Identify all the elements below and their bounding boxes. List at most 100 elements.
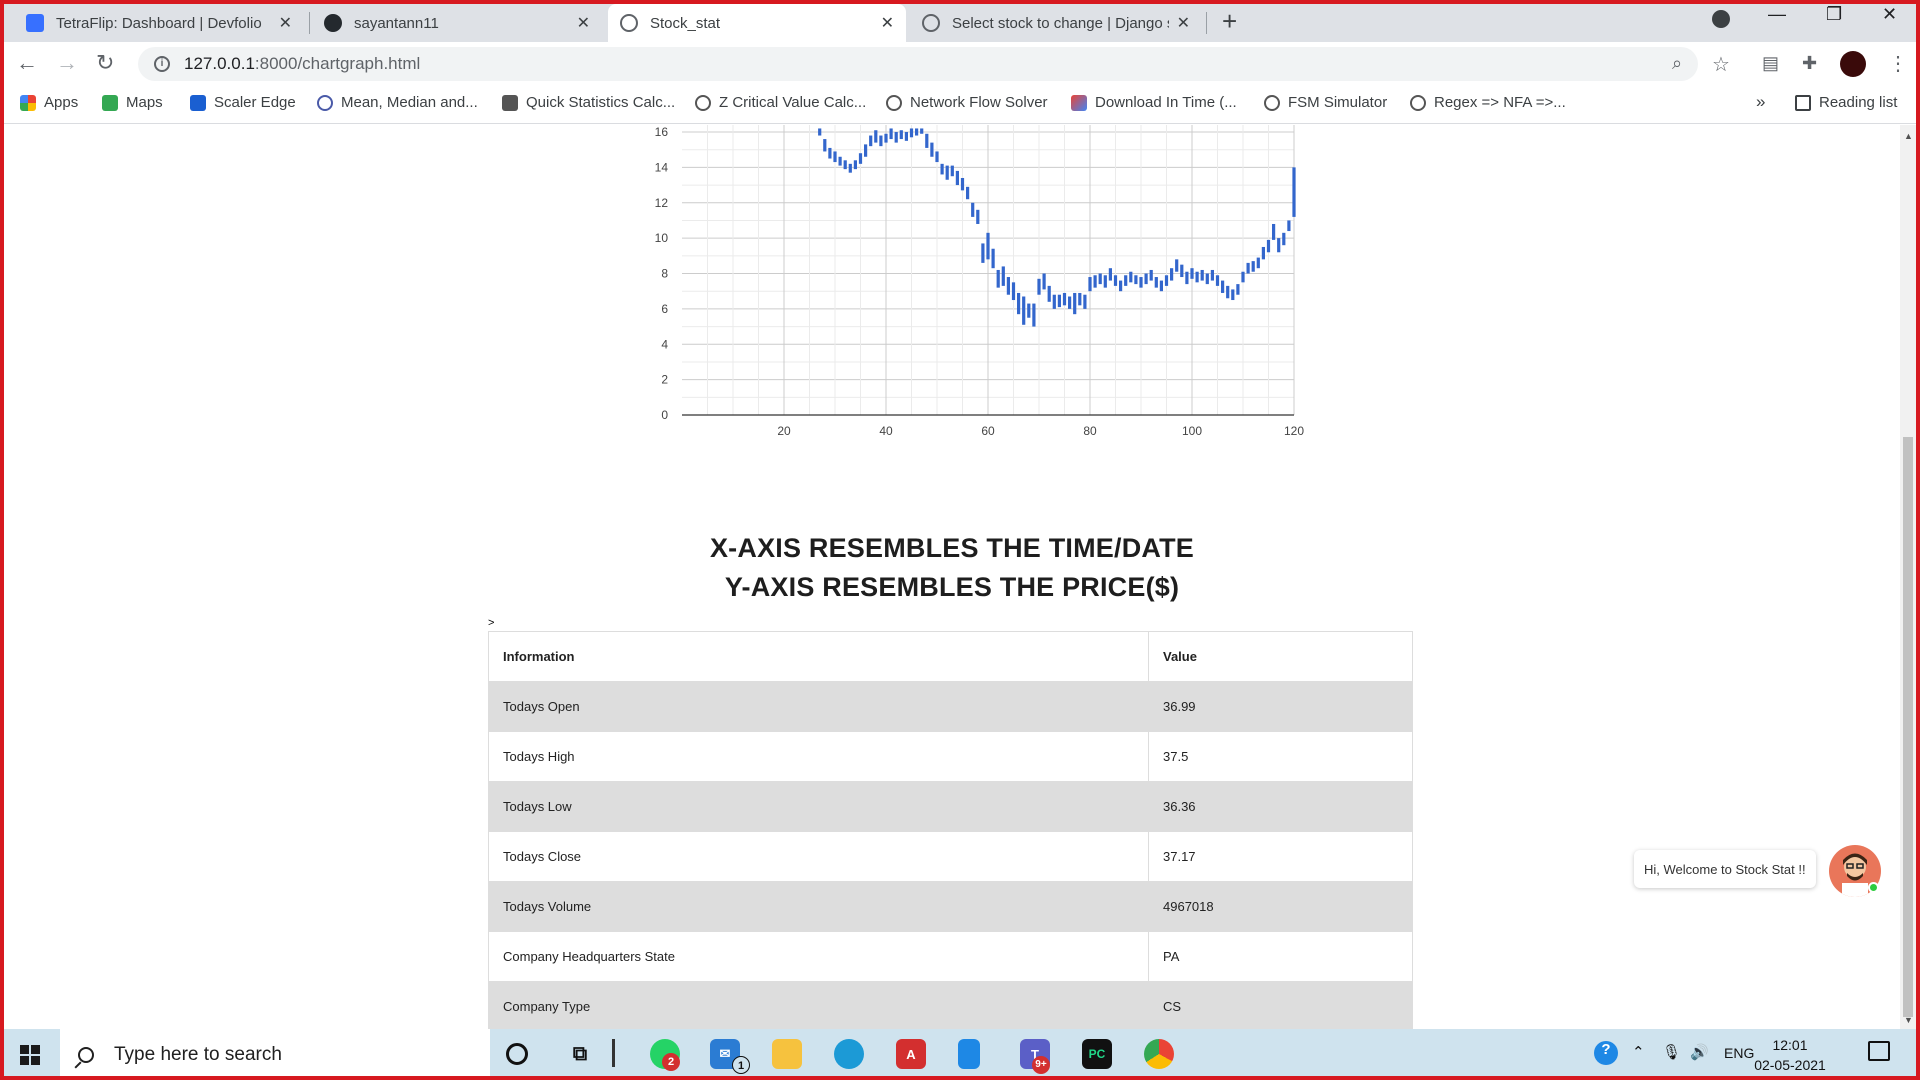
bookmark-regex-nfa[interactable]: Regex => NFA =>... bbox=[1410, 94, 1566, 111]
minimize-button[interactable]: — bbox=[1768, 4, 1786, 25]
candle bbox=[925, 133, 929, 148]
more-bookmarks-button[interactable]: » bbox=[1756, 92, 1765, 112]
show-hidden-icons-chevron-up-icon[interactable]: ⌃ bbox=[1632, 1043, 1645, 1061]
acrobat-reader-icon[interactable]: A bbox=[896, 1039, 926, 1069]
candle bbox=[996, 269, 1000, 288]
row-value: 36.36 bbox=[1148, 781, 1413, 832]
reload-icon[interactable]: ↻ bbox=[96, 50, 114, 76]
bookmark-scaler-edge[interactable]: Scaler Edge bbox=[190, 94, 296, 111]
bookmark-star-icon[interactable]: ☆ bbox=[1712, 52, 1730, 77]
scroll-up-arrow-icon[interactable]: ▲ bbox=[1904, 131, 1913, 141]
bookmark-maps[interactable]: Maps bbox=[102, 94, 163, 111]
candle bbox=[955, 170, 959, 186]
candle bbox=[1006, 277, 1010, 295]
scrollbar-thumb[interactable] bbox=[1903, 437, 1913, 1017]
browser-menu-icon[interactable]: ⋮ bbox=[1888, 51, 1908, 76]
candlestick-chart: 0 2 4 6 8 10 12 14 16 20 40 60 80 100 120 bbox=[655, 125, 1304, 438]
candle bbox=[1256, 257, 1260, 269]
close-window-button[interactable]: ✕ bbox=[1882, 4, 1897, 25]
microphone-icon[interactable]: 🎙 bbox=[1662, 1043, 1681, 1061]
tab-devfolio[interactable]: TetraFlip: Dashboard | Devfolio ✕ bbox=[14, 4, 304, 42]
atom-icon bbox=[317, 94, 333, 111]
extensions-puzzle-icon[interactable]: ✚ bbox=[1802, 53, 1817, 74]
close-tab-icon[interactable]: ✕ bbox=[881, 13, 894, 33]
y-tick-label: 16 bbox=[655, 125, 669, 139]
clock-date: 02-05-2021 bbox=[1754, 1057, 1826, 1073]
tab-django-admin[interactable]: Select stock to change | Django s ✕ bbox=[910, 4, 1202, 42]
taskbar-search-box[interactable]: Type here to search bbox=[60, 1029, 490, 1080]
candle bbox=[899, 130, 903, 140]
candle bbox=[1129, 271, 1133, 283]
address-bar[interactable]: i 127.0.0.1:8000/chartgraph.html bbox=[138, 47, 1698, 81]
edge-browser-icon[interactable] bbox=[834, 1039, 864, 1069]
candle bbox=[1246, 262, 1250, 274]
candle bbox=[945, 165, 949, 180]
tab-github[interactable]: sayantann11 ✕ bbox=[312, 4, 602, 42]
url-text[interactable]: 127.0.0.1:8000/chartgraph.html bbox=[184, 54, 420, 74]
y-tick-label: 2 bbox=[661, 373, 668, 387]
tab-stock-stat[interactable]: Stock_stat ✕ bbox=[608, 4, 906, 42]
windows-start-icon[interactable] bbox=[20, 1045, 40, 1065]
task-view-icon[interactable]: ⧉ bbox=[565, 1039, 595, 1069]
candle bbox=[1098, 273, 1102, 285]
notifications-icon[interactable] bbox=[1868, 1041, 1890, 1061]
candle bbox=[960, 177, 965, 191]
stray-text: > bbox=[488, 617, 495, 629]
site-info-icon[interactable]: i bbox=[154, 56, 170, 72]
close-tab-icon[interactable]: ✕ bbox=[1177, 13, 1190, 33]
page-scrollbar[interactable]: ▲ ▼ bbox=[1900, 125, 1916, 1029]
new-tab-button[interactable]: + bbox=[1222, 6, 1237, 37]
column-header-information: Information bbox=[488, 631, 1149, 682]
calculator-icon bbox=[502, 94, 518, 111]
candle bbox=[1119, 280, 1123, 292]
zoom-icon[interactable]: ⌕ bbox=[1672, 53, 1682, 74]
bookmark-network-flow[interactable]: Network Flow Solver bbox=[886, 94, 1048, 111]
candle bbox=[884, 133, 888, 143]
candle bbox=[1037, 278, 1041, 295]
candle bbox=[1272, 223, 1276, 240]
pycharm-icon[interactable]: PC bbox=[1082, 1039, 1112, 1069]
bookmark-mean-median[interactable]: Mean, Median and... bbox=[317, 94, 478, 111]
restore-button[interactable]: ❐ bbox=[1826, 4, 1842, 25]
candle bbox=[1159, 280, 1163, 292]
tab-strip: TetraFlip: Dashboard | Devfolio ✕ sayant… bbox=[0, 0, 1920, 42]
scaler-icon bbox=[190, 94, 206, 111]
candle bbox=[909, 128, 914, 138]
bookmark-apps[interactable]: Apps bbox=[20, 94, 78, 111]
candle bbox=[1185, 271, 1189, 285]
bookmark-fsm-simulator[interactable]: FSM Simulator bbox=[1264, 94, 1387, 111]
y-axis-note: Y-AXIS RESEMBLES THE PRICE($) bbox=[724, 572, 1180, 602]
candle bbox=[1205, 273, 1209, 285]
table-row: Todays High 37.5 bbox=[488, 731, 1413, 782]
close-tab-icon[interactable]: ✕ bbox=[279, 13, 292, 33]
bookmark-quick-statistics[interactable]: Quick Statistics Calc... bbox=[502, 94, 675, 111]
candle bbox=[858, 153, 863, 164]
bookmark-download-in-time[interactable]: Download In Time (... bbox=[1071, 94, 1237, 111]
profile-avatar[interactable] bbox=[1840, 51, 1866, 77]
candle bbox=[1180, 264, 1184, 278]
close-tab-icon[interactable]: ✕ bbox=[577, 13, 590, 33]
tab-search-icon[interactable] bbox=[1712, 10, 1730, 28]
extension-clipboard-icon[interactable]: ▤ bbox=[1762, 53, 1779, 74]
chrome-icon[interactable] bbox=[1144, 1039, 1174, 1069]
candle bbox=[894, 132, 898, 143]
system-clock[interactable]: 12:01 02-05-2021 bbox=[1745, 1035, 1835, 1075]
cortana-icon[interactable] bbox=[506, 1043, 528, 1065]
help-icon[interactable]: ? bbox=[1594, 1041, 1618, 1065]
row-label: Company Headquarters State bbox=[488, 931, 1149, 982]
phone-link-icon[interactable] bbox=[958, 1039, 980, 1069]
candle bbox=[818, 128, 822, 136]
candle bbox=[991, 248, 995, 269]
chat-greeting-bubble[interactable]: Hi, Welcome to Stock Stat !! bbox=[1634, 850, 1816, 888]
back-arrow-icon[interactable]: ← bbox=[16, 50, 38, 76]
gmail-icon bbox=[1071, 94, 1087, 111]
speaker-volume-icon[interactable]: 🔊 bbox=[1690, 1043, 1709, 1061]
forward-arrow-icon[interactable]: → bbox=[56, 50, 78, 76]
row-label: Todays High bbox=[488, 731, 1149, 782]
reading-list-button[interactable]: Reading list bbox=[1795, 94, 1897, 111]
file-explorer-icon[interactable] bbox=[772, 1039, 802, 1069]
bookmark-z-critical[interactable]: Z Critical Value Calc... bbox=[695, 94, 866, 111]
table-row: Todays Low 36.36 bbox=[488, 781, 1413, 832]
scroll-down-arrow-icon[interactable]: ▼ bbox=[1904, 1015, 1913, 1025]
candle bbox=[1068, 296, 1072, 309]
